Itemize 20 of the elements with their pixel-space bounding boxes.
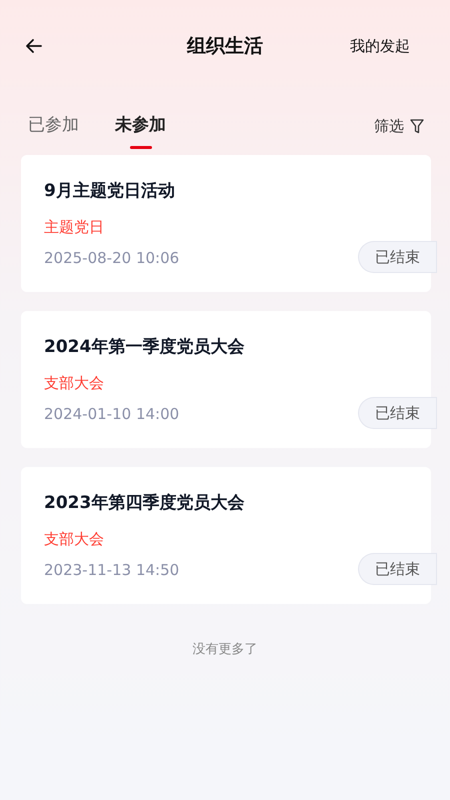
- my-initiated-link[interactable]: 我的发起: [350, 34, 410, 58]
- tab[interactable]: 已参加: [28, 103, 79, 149]
- event-time: 2025-08-20 10:06: [44, 248, 180, 268]
- event-title: 2023年第四季度党员大会: [44, 492, 246, 515]
- status-badge: 已结束: [358, 241, 437, 273]
- event-time: 2023-11-13 14:50: [44, 560, 180, 580]
- status-badge: 已结束: [358, 397, 437, 429]
- event-type: 主题党日: [44, 217, 105, 237]
- filter-button[interactable]: 筛选: [374, 114, 424, 138]
- back-icon[interactable]: [24, 36, 44, 56]
- page-title: 组织生活: [187, 34, 263, 59]
- event-type: 支部大会: [44, 529, 105, 549]
- event-title: 2024年第一季度党员大会: [44, 336, 246, 359]
- event-title: 9月主题党日活动: [44, 180, 176, 203]
- event-type: 支部大会: [44, 373, 105, 393]
- filter-icon: [410, 118, 424, 134]
- tab[interactable]: 未参加: [115, 103, 166, 149]
- no-more-text: 没有更多了: [192, 641, 258, 659]
- status-badge: 已结束: [358, 553, 437, 585]
- event-time: 2024-01-10 14:00: [44, 404, 180, 424]
